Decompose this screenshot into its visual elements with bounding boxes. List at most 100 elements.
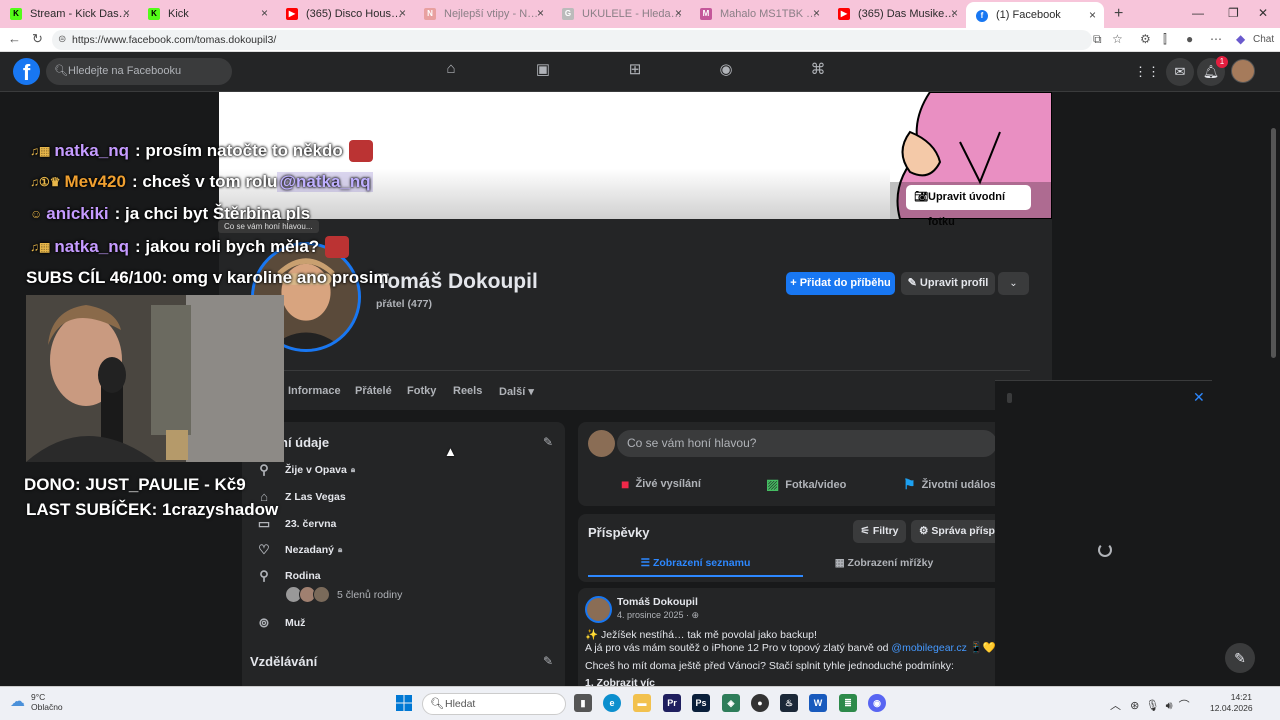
manage-posts-button[interactable]: ⚙ Správa příspě [911,520,998,543]
tab-kick-dashboard[interactable]: KStream - Kick Dashboard× [0,0,138,28]
page-scrollbar-thumb[interactable] [1271,128,1276,358]
tab-facebook[interactable]: f (1) Facebook × [966,2,1104,28]
menu-dots-icon[interactable]: ⋯ [1210,32,1222,46]
family-members-row[interactable]: 5 členů rodiny [285,586,402,603]
volume-icon[interactable]: 🔊︎ [1166,700,1173,712]
chat-button[interactable]: Chat [1253,34,1274,45]
windows-start-icon[interactable] [396,695,412,711]
tab-pratele[interactable]: Přátelé [355,385,392,397]
ntx-icon: N [424,8,436,20]
profile-more-button[interactable]: ⌄ [998,272,1029,295]
video-nav-icon[interactable]: ▣ [530,60,556,84]
split-screen-icon[interactable]: ⫿ [1163,32,1167,47]
mention-link[interactable]: @mobilegear.cz [891,642,966,654]
post-author-name[interactable]: Tomáš Dokoupil [617,596,698,608]
tab-google-ukulele[interactable]: GUKULELE - Hledat Googlem× [552,0,690,28]
edit-profile-button[interactable]: ✎ Upravit profil [901,272,995,295]
copilot-icon[interactable]: ◆ [1236,32,1245,46]
extensions-icon[interactable]: ⚙ [1140,32,1151,46]
tab-reels[interactable]: Reels [453,385,482,397]
home-nav-icon[interactable]: ⌂ [438,60,464,84]
grid-icon: ▦ [834,557,848,569]
profile-picture[interactable] [251,242,361,352]
reload-icon[interactable]: ↻ [32,31,43,47]
gaming-nav-icon[interactable]: ⌘ [805,60,831,84]
panel-scroll-handle[interactable] [1007,393,1012,403]
word-icon[interactable]: W [809,694,827,712]
app-icon[interactable]: ◈ [722,694,740,712]
edit-cover-photo-button[interactable]: 📷︎ Upravit úvodní fotku [906,185,1031,228]
file-explorer-icon[interactable]: ▬ [633,694,651,712]
profile-name: Tomáš Dokoupil [376,270,538,293]
close-tab-icon[interactable]: × [123,6,130,20]
edit-intro-pencil-icon[interactable]: ✎ [543,435,553,449]
facebook-top-nav: f 🔍︎ Hledejte na Facebooku ⌂ ▣ ⊞ ◉ ⌘ ⋮⋮ ✉… [0,52,1280,92]
add-to-story-button[interactable]: + Přidat do příběhu [786,272,895,295]
tab-mahalo[interactable]: MMahalo MS1TBK Transparen× [690,0,828,28]
tab-kick[interactable]: K Kick × [138,0,276,28]
tab-youtube-musikers[interactable]: ▶(365) Das Musikers - Papír n× [828,0,966,28]
microphone-icon[interactable]: 🎙︎ [1146,700,1160,712]
tab-informace[interactable]: Informace [288,385,341,397]
life-event-button[interactable]: ⚑ Životní událost [903,476,1000,493]
back-icon[interactable]: ← [8,31,21,46]
close-tab-icon[interactable]: × [951,6,958,20]
obs-icon[interactable]: ● [751,694,769,712]
edge-icon[interactable]: e [603,694,621,712]
facebook-search-input[interactable]: 🔍︎ Hledejte na Facebooku [46,58,232,85]
marketplace-nav-icon[interactable]: ⊞ [622,60,648,84]
close-tab-icon[interactable]: × [261,6,268,20]
steam-icon[interactable]: ♨ [780,694,798,712]
tab-fotky[interactable]: Fotky [407,385,436,397]
network-icon[interactable]: ⊛ [1130,700,1139,712]
live-video-button[interactable]: ■ Živé vysílání [621,476,701,492]
youtube-icon: ▶ [838,8,850,20]
notepad-icon[interactable]: ≣ [839,694,857,712]
premiere-icon[interactable]: Pr [663,694,681,712]
show-hidden-icons-icon[interactable]: ︿ [1110,700,1121,712]
facebook-logo-icon[interactable]: f [13,58,40,85]
tab-dalsi[interactable]: Další ▾ [499,385,534,398]
account-avatar[interactable] [1231,59,1255,83]
groups-nav-icon[interactable]: ◉ [713,60,739,84]
translate-icon[interactable]: ⧉ [1093,32,1102,47]
friends-count-link[interactable]: přátel (477) [376,298,432,310]
intro-item-birthday: ▭ 23. června [255,516,337,532]
edit-education-pencil-icon[interactable]: ✎ [543,654,553,668]
location-icon: ⚲ [259,462,269,477]
close-tab-icon[interactable]: × [537,6,544,20]
taskbar-search-input[interactable]: 🔍︎ Hledat [422,693,566,715]
kick-icon: K [148,8,160,20]
wifi-icon[interactable]: ⌒ [1179,700,1190,712]
close-tab-icon[interactable]: × [1089,8,1096,22]
weather-widget[interactable]: ☁ 9°C Oblačno [10,692,63,712]
list-view-tab[interactable]: ☰ Zobrazení seznamu [588,549,803,577]
task-view-icon[interactable]: ▮ [574,694,592,712]
close-tab-icon[interactable]: × [813,6,820,20]
url-field[interactable]: ⊜ https://www.facebook.com/tomas.dokoupil… [52,30,1092,50]
photoshop-icon[interactable]: Ps [692,694,710,712]
messenger-icon[interactable]: ✉ [1166,58,1194,86]
grid-view-tab[interactable]: ▦ Zobrazení mřížky [804,549,964,577]
taskbar-clock[interactable]: 14:21 12.04.2026 [1210,692,1253,714]
tab-youtube-disco[interactable]: ▶(365) Disco House Boog× [276,0,414,28]
filters-button[interactable]: ⚟ Filtry [853,520,906,543]
minimize-icon[interactable]: — [1192,6,1204,20]
post-date[interactable]: 4. prosince 2025 · ⊕ [617,610,699,621]
composer-input[interactable]: Co se vám honí hlavou? [617,430,997,457]
close-tab-icon[interactable]: × [399,6,406,20]
menu-grid-icon[interactable]: ⋮⋮ [1133,58,1161,86]
profile-icon[interactable]: ● [1186,32,1193,46]
discord-icon[interactable]: ◉ [868,694,886,712]
site-info-icon[interactable]: ⊜ [58,30,66,50]
favorite-star-icon[interactable]: ☆ [1112,32,1123,46]
new-tab-button[interactable]: + [1104,5,1133,23]
post-author-avatar[interactable] [585,596,612,623]
close-window-icon[interactable]: ✕ [1258,6,1268,20]
maximize-icon[interactable]: ❐ [1228,6,1239,20]
tab-ntx[interactable]: NNejlepší vtipy - NTX.cz - sou× [414,0,552,28]
close-tab-icon[interactable]: × [675,6,682,20]
new-message-button[interactable]: ✎ [1225,643,1255,673]
close-panel-icon[interactable]: ✕ [1193,389,1205,406]
photo-video-button[interactable]: ▨ Fotka/video [766,476,846,493]
